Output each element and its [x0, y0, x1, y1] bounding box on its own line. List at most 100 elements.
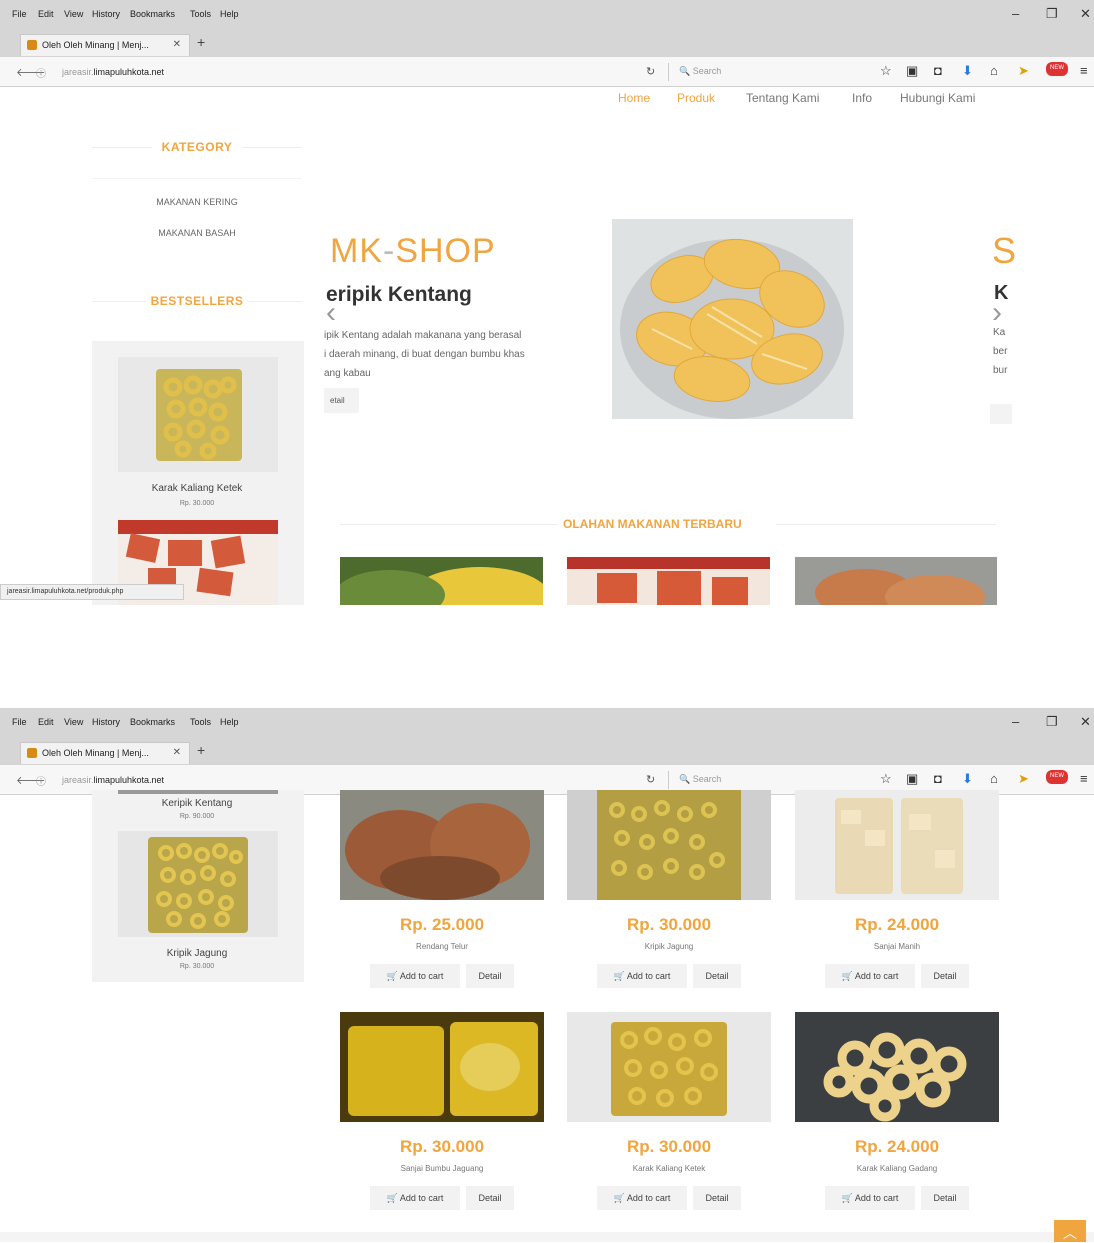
library-icon[interactable]: ▣	[906, 63, 918, 79]
hamburger-menu-icon[interactable]: ≡	[1080, 63, 1088, 78]
pointer-icon[interactable]: ➤	[1018, 771, 1029, 787]
menu-edit[interactable]: Edit	[38, 717, 54, 727]
bookmark-star-icon[interactable]: ☆	[880, 63, 892, 79]
new-badge-icon[interactable]: NEW	[1046, 770, 1068, 784]
home-icon[interactable]: ⌂	[990, 771, 998, 786]
status-bar: jareasir.limapuluhkota.net/produk.php	[0, 584, 184, 600]
footer-strip	[0, 1232, 1094, 1242]
add-to-cart-button[interactable]: 🛒 Add to cart	[825, 1186, 915, 1210]
menu-view[interactable]: View	[64, 9, 83, 19]
close-icon[interactable]: ✕	[1080, 714, 1091, 730]
carousel-next-detail-button[interactable]	[990, 404, 1012, 424]
reload-icon[interactable]: ↻	[646, 773, 655, 786]
detail-button[interactable]: Detail	[466, 964, 514, 988]
product-image[interactable]	[795, 1012, 999, 1122]
nav-hubungi-kami[interactable]: Hubungi Kami	[900, 91, 975, 105]
menu-help[interactable]: Help	[220, 717, 239, 727]
menu-bookmarks[interactable]: Bookmarks	[130, 717, 175, 727]
menu-file[interactable]: File	[12, 717, 27, 727]
tab-close-icon[interactable]: ✕	[173, 39, 181, 50]
detail-button[interactable]: Detail	[466, 1186, 514, 1210]
category-makanan-basah[interactable]: MAKANAN BASAH	[92, 228, 302, 238]
maximize-icon[interactable]: ❐	[1046, 714, 1058, 730]
minimize-icon[interactable]: –	[1012, 714, 1019, 729]
pointer-icon[interactable]: ➤	[1018, 63, 1029, 79]
menu-bookmarks[interactable]: Bookmarks	[130, 9, 175, 19]
menu-view[interactable]: View	[64, 717, 83, 727]
url-bar[interactable]: jareasir.limapuluhkota.net	[62, 67, 164, 77]
pocket-icon[interactable]: ◘	[934, 63, 942, 78]
search-input[interactable]: 🔍 Search	[668, 771, 858, 789]
close-icon[interactable]: ✕	[1080, 6, 1091, 22]
product-image[interactable]	[340, 1012, 544, 1122]
detail-button[interactable]: Detail	[921, 964, 969, 988]
hamburger-menu-icon[interactable]: ≡	[1080, 771, 1088, 786]
product-name[interactable]: Rendang Telur	[340, 942, 544, 951]
menu-file[interactable]: File	[12, 9, 27, 19]
info-icon[interactable]: ⓘ	[36, 65, 46, 80]
category-makanan-kering[interactable]: MAKANAN KERING	[92, 197, 302, 207]
product-image-peek[interactable]	[567, 557, 770, 605]
carousel-detail-button[interactable]: etail	[324, 388, 359, 413]
menu-history[interactable]: History	[92, 9, 120, 19]
detail-button[interactable]: Detail	[921, 1186, 969, 1210]
product-name[interactable]: Karak Kaliang Gadang	[795, 1164, 999, 1173]
bestseller-image[interactable]	[118, 357, 278, 472]
cart-icon: 🛒	[613, 971, 625, 981]
search-input[interactable]: 🔍 Search	[668, 63, 858, 81]
nav-home[interactable]: Home	[618, 91, 650, 105]
nav-info[interactable]: Info	[852, 91, 872, 105]
product-name[interactable]: Kripik Jagung	[567, 942, 771, 951]
add-to-cart-button[interactable]: 🛒 Add to cart	[825, 964, 915, 988]
download-icon[interactable]: ⬇	[962, 63, 973, 79]
nav-produk[interactable]: Produk	[677, 91, 715, 105]
menu-history[interactable]: History	[92, 717, 120, 727]
product-name[interactable]: Sanjai Manih	[795, 942, 999, 951]
maximize-icon[interactable]: ❐	[1046, 6, 1058, 22]
add-to-cart-button[interactable]: 🛒 Add to cart	[370, 1186, 460, 1210]
carousel-next-icon[interactable]: ›	[992, 296, 1002, 330]
bookmark-star-icon[interactable]: ☆	[880, 771, 892, 787]
menu-help[interactable]: Help	[220, 9, 239, 19]
product-price: Rp. 25.000	[399, 915, 485, 934]
bestseller-name[interactable]: Kripik Jagung	[92, 948, 302, 959]
product-image[interactable]	[340, 790, 544, 900]
url-bar[interactable]: jareasir.limapuluhkota.net	[62, 775, 164, 785]
menu-tools[interactable]: Tools	[190, 717, 211, 727]
scroll-to-top-icon[interactable]: ︿	[1054, 1220, 1086, 1242]
product-image[interactable]	[567, 790, 771, 900]
info-icon[interactable]: ⓘ	[36, 773, 46, 788]
bestseller-name[interactable]: Karak Kaliang Ketek	[92, 483, 302, 494]
carousel-product-name: eripik Kentang	[326, 283, 472, 306]
product-name[interactable]: Sanjai Bumbu Jaguang	[340, 1164, 544, 1173]
product-name[interactable]: Karak Kaliang Ketek	[567, 1164, 771, 1173]
bestseller-name[interactable]: Keripik Kentang	[92, 798, 302, 809]
new-tab-icon[interactable]: +	[197, 742, 205, 758]
add-to-cart-button[interactable]: 🛒 Add to cart	[370, 964, 460, 988]
new-badge-icon[interactable]: NEW	[1046, 62, 1068, 76]
add-to-cart-button[interactable]: 🛒 Add to cart	[597, 964, 687, 988]
pocket-icon[interactable]: ◘	[934, 771, 942, 786]
product-image[interactable]	[795, 790, 999, 900]
product-image[interactable]	[567, 1012, 771, 1122]
detail-button[interactable]: Detail	[693, 964, 741, 988]
carousel-prev-icon[interactable]: ‹	[326, 296, 336, 330]
library-icon[interactable]: ▣	[906, 771, 918, 787]
product-image-peek[interactable]	[340, 557, 543, 605]
new-tab-icon[interactable]: +	[197, 34, 205, 50]
menu-edit[interactable]: Edit	[38, 9, 54, 19]
download-icon[interactable]: ⬇	[962, 771, 973, 787]
cart-icon: 🛒	[841, 1193, 853, 1203]
reload-icon[interactable]: ↻	[646, 65, 655, 78]
bestseller-image[interactable]	[118, 831, 278, 937]
product-image-peek[interactable]	[795, 557, 997, 605]
nav-tentang-kami[interactable]: Tentang Kami	[746, 91, 819, 105]
minimize-icon[interactable]: –	[1012, 6, 1019, 21]
home-icon[interactable]: ⌂	[990, 63, 998, 78]
detail-button[interactable]: Detail	[693, 1186, 741, 1210]
browser-tab[interactable]: Oleh Oleh Minang | Menj... ✕	[20, 34, 190, 56]
menu-tools[interactable]: Tools	[190, 9, 211, 19]
tab-close-icon[interactable]: ✕	[173, 747, 181, 758]
browser-tab[interactable]: Oleh Oleh Minang | Menj... ✕	[20, 742, 190, 764]
add-to-cart-button[interactable]: 🛒 Add to cart	[597, 1186, 687, 1210]
